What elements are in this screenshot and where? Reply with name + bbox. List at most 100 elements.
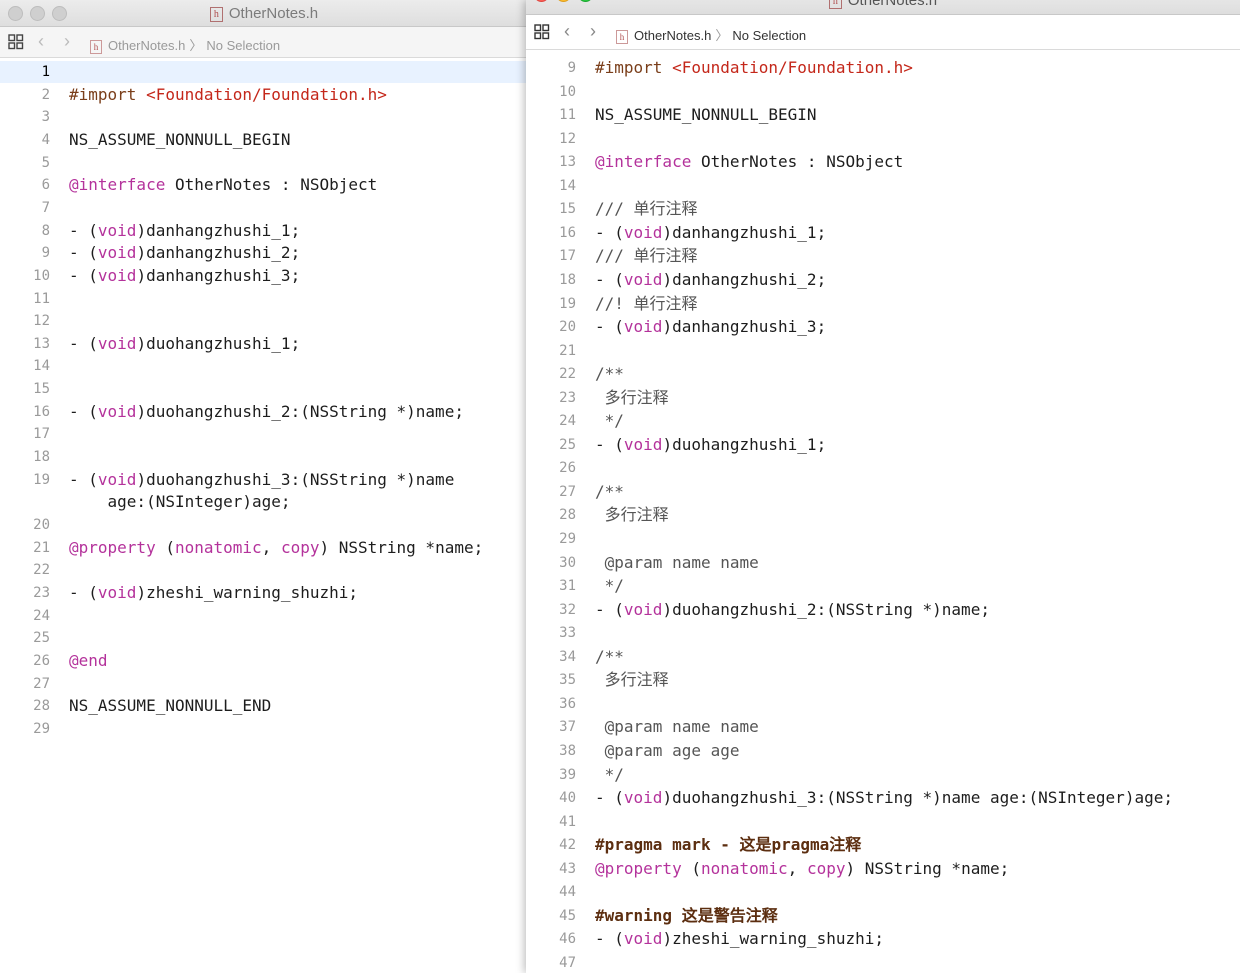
code-line[interactable]: 32 - (void)duohangzhushi_2:(NSString *)na… — [526, 599, 1240, 621]
code-line[interactable]: 4 NS_ASSUME_NONNULL_BEGIN — [0, 129, 528, 151]
code-line[interactable]: 14 — [526, 175, 1240, 197]
line-number: 14 — [33, 358, 50, 375]
code-token: )duohangzhushi_3:(NSString *)name — [136, 469, 455, 489]
code-line[interactable]: 20 — [0, 514, 528, 536]
code-line[interactable]: 9 #import <Foundation/Foundation.h> — [526, 57, 1240, 79]
code-line[interactable]: 6 @interface OtherNotes : NSObject — [0, 174, 528, 196]
line-number: 11 — [559, 107, 576, 124]
code-token: age:(NSInteger)age; — [69, 492, 291, 512]
code-line[interactable]: 11 NS_ASSUME_NONNULL_BEGIN — [526, 104, 1240, 126]
code-text: NS_ASSUME_NONNULL_BEGIN — [69, 129, 291, 151]
code-line[interactable]: 11 — [0, 288, 528, 310]
breadcrumb-file[interactable]: OtherNotes.h — [108, 38, 185, 53]
code-line[interactable]: 2 #import <Foundation/Foundation.h> — [0, 84, 528, 106]
code-line[interactable]: 29 — [526, 528, 1240, 550]
code-line[interactable]: 17 /// 单行注释 — [526, 245, 1240, 267]
code-line[interactable]: 47 — [526, 952, 1240, 973]
code-line[interactable]: 7 — [0, 197, 528, 219]
code-line[interactable]: 1 — [0, 61, 528, 83]
line-number: 10 — [559, 83, 576, 100]
breadcrumb-selection[interactable]: No Selection — [732, 28, 806, 43]
code-line[interactable]: 45 #warning 这是警告注释 — [526, 905, 1240, 927]
code-line[interactable]: 28 NS_ASSUME_NONNULL_END — [0, 695, 528, 717]
left-code-editor[interactable]: 1 2 #import <Foundation/Foundation.h> 3 4 NS_… — [0, 58, 528, 973]
code-line[interactable]: 36 — [526, 693, 1240, 715]
line-number: 16 — [33, 403, 50, 420]
code-line[interactable]: 22 — [0, 559, 528, 581]
code-line[interactable]: 16 - (void)duohangzhushi_2:(NSString *)na… — [0, 401, 528, 423]
code-line[interactable]: 40 - (void)duohangzhushi_3:(NSString *)na… — [526, 787, 1240, 809]
code-line[interactable]: 23 多行注释 — [526, 387, 1240, 409]
forward-chevron-icon[interactable]: › — [64, 31, 70, 52]
code-line[interactable]: 21 — [526, 340, 1240, 362]
code-line[interactable]: 24 — [0, 605, 528, 627]
right-code-editor[interactable]: 9 #import <Foundation/Foundation.h> 10 11 NS… — [526, 50, 1240, 973]
code-line[interactable]: 19 //! 单行注释 — [526, 293, 1240, 315]
code-line[interactable]: 10 - (void)danhangzhushi_3; — [0, 265, 528, 287]
code-line[interactable]: 24 */ — [526, 410, 1240, 432]
code-line[interactable]: 19 - (void)duohangzhushi_3:(NSString *)na… — [0, 469, 528, 491]
code-line[interactable]: 33 — [526, 622, 1240, 644]
code-line[interactable]: 12 — [0, 310, 528, 332]
code-token: - ( — [595, 269, 624, 289]
code-line[interactable]: 31 */ — [526, 575, 1240, 597]
code-line[interactable]: 3 — [0, 106, 528, 128]
code-line[interactable]: 28 多行注释 — [526, 504, 1240, 526]
code-line[interactable]: 5 — [0, 152, 528, 174]
code-line[interactable]: 39 */ — [526, 764, 1240, 786]
code-line[interactable]: age:(NSInteger)age; — [0, 491, 528, 513]
back-chevron-icon[interactable]: ‹ — [564, 21, 570, 42]
line-number: 42 — [559, 837, 576, 854]
code-line[interactable]: 44 — [526, 881, 1240, 903]
code-line[interactable]: 13 - (void)duohangzhushi_1; — [0, 333, 528, 355]
code-line[interactable]: 18 — [0, 446, 528, 468]
line-number: 9 — [567, 60, 576, 76]
related-items-icon[interactable] — [534, 24, 550, 43]
code-text: @property (nonatomic, copy) NSString *na… — [69, 537, 483, 559]
code-line[interactable]: 8 - (void)danhangzhushi_1; — [0, 220, 528, 242]
code-line[interactable]: 26 @end — [0, 650, 528, 672]
code-line[interactable]: 43 @property (nonatomic, copy) NSString *… — [526, 858, 1240, 880]
related-items-icon[interactable] — [8, 34, 24, 53]
code-token: */ — [595, 411, 624, 431]
code-line[interactable]: 30 @param name name — [526, 552, 1240, 574]
code-line[interactable]: 16 - (void)danhangzhushi_1; — [526, 222, 1240, 244]
code-line[interactable]: 37 @param name name — [526, 716, 1240, 738]
code-line[interactable]: 15 /// 单行注释 — [526, 198, 1240, 220]
code-line[interactable]: 15 — [0, 378, 528, 400]
code-token: @param name name — [595, 552, 759, 572]
code-text: */ — [595, 410, 624, 432]
code-line[interactable]: 21 @property (nonatomic, copy) NSString *… — [0, 537, 528, 559]
code-line[interactable]: 25 - (void)duohangzhushi_1; — [526, 434, 1240, 456]
line-number: 21 — [559, 342, 576, 359]
breadcrumb-selection[interactable]: No Selection — [206, 38, 280, 53]
code-line[interactable]: 26 — [526, 457, 1240, 479]
code-line[interactable]: 38 @param age age — [526, 740, 1240, 762]
line-number: 29 — [559, 531, 576, 547]
code-line[interactable]: 35 多行注释 — [526, 669, 1240, 691]
breadcrumb-file[interactable]: OtherNotes.h — [634, 28, 711, 43]
code-line[interactable]: 14 — [0, 355, 528, 377]
forward-chevron-icon[interactable]: › — [590, 21, 596, 42]
code-token: void — [623, 929, 663, 949]
code-line[interactable]: 20 - (void)danhangzhushi_3; — [526, 316, 1240, 338]
code-line[interactable]: 23 - (void)zheshi_warning_shuzhi; — [0, 582, 528, 604]
back-chevron-icon[interactable]: ‹ — [38, 31, 44, 52]
code-line[interactable]: 12 — [526, 128, 1240, 150]
code-text: /** — [595, 481, 624, 503]
code-line[interactable]: 29 — [0, 718, 528, 740]
code-line[interactable]: 34 /** — [526, 646, 1240, 668]
code-line[interactable]: 46 - (void)zheshi_warning_shuzhi; — [526, 928, 1240, 950]
code-line[interactable]: 13 @interface OtherNotes : NSObject — [526, 151, 1240, 173]
code-line[interactable]: 17 — [0, 423, 528, 445]
code-line[interactable]: 25 — [0, 627, 528, 649]
code-line[interactable]: 9 - (void)danhangzhushi_2; — [0, 242, 528, 264]
code-token: - ( — [69, 582, 98, 602]
code-line[interactable]: 27 /** — [526, 481, 1240, 503]
code-line[interactable]: 41 — [526, 811, 1240, 833]
code-line[interactable]: 22 /** — [526, 363, 1240, 385]
code-line[interactable]: 27 — [0, 673, 528, 695]
code-line[interactable]: 42 #pragma mark - 这是pragma注释 — [526, 834, 1240, 856]
code-line[interactable]: 10 — [526, 81, 1240, 103]
code-line[interactable]: 18 - (void)danhangzhushi_2; — [526, 269, 1240, 291]
